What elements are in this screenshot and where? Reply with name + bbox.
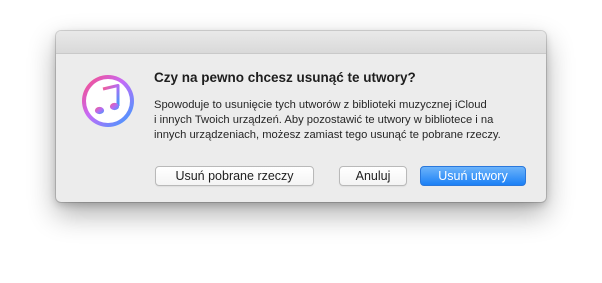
dialog-title: Czy na pewno chcesz usunąć te utwory? [154,70,416,85]
remove-downloads-button[interactable]: Usuń pobrane rzeczy [155,166,314,186]
itunes-music-note-icon [80,73,136,129]
dialog-title-bar [56,31,546,54]
dialog-message-line: Spowoduje to usunięcie tych utworów z bi… [154,99,487,111]
remove-songs-button[interactable]: Usuń utwory [420,166,526,186]
cancel-button[interactable]: Anuluj [339,166,407,186]
dialog-message-line: innych urządzeniach, możesz zamiast tego… [154,129,501,141]
confirm-delete-dialog: Czy na pewno chcesz usunąć te utwory? Sp… [56,31,546,202]
dialog-message-line: i innych Twoich urządzeń. Aby pozostawić… [154,114,494,126]
dialog-message: Spowoduje to usunięcie tych utworów z bi… [154,98,534,143]
